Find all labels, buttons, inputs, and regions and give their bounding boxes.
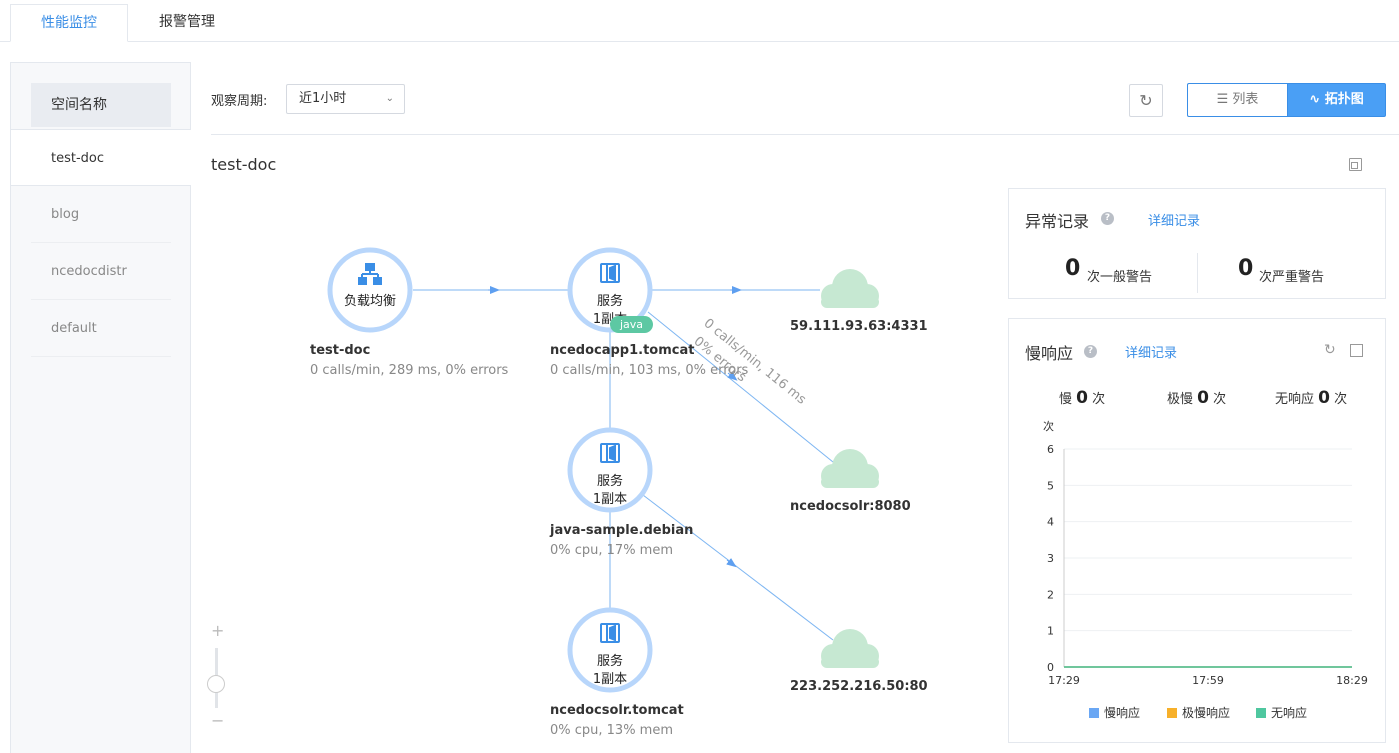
external-endpoint-label: ncedocsolr:8080 (790, 499, 911, 514)
list-icon: ☰ (1216, 92, 1229, 107)
refresh-icon[interactable]: ↻ (1324, 342, 1336, 358)
y-tick-label: 3 (1047, 552, 1054, 565)
node-title: test-doc (310, 343, 371, 358)
no-response-count: 无响应 0 次 (1275, 388, 1347, 408)
chart-line-icon: ∿ (1309, 92, 1321, 107)
legend-very-slow: 极慢响应 (1167, 704, 1230, 721)
unit-label: 次 (1334, 392, 1348, 407)
legend-label: 无响应 (1271, 706, 1308, 720)
node-replica-label: 1副本 (592, 672, 628, 687)
zoom-out-button[interactable]: − (211, 711, 224, 730)
java-badge: java (610, 316, 653, 333)
very-slow-label: 极慢 (1167, 392, 1194, 407)
view-list-button[interactable]: ☰ 列表 (1187, 83, 1287, 117)
very-slow-count-value: 0 (1197, 388, 1209, 408)
x-tick-label: 17:59 (1192, 674, 1224, 687)
node-title: java-sample.debian (550, 523, 694, 538)
edge-arrow (726, 558, 737, 568)
cloud-icon (821, 629, 879, 668)
x-tick-label: 17:29 (1048, 674, 1080, 687)
legend-slow: 慢响应 (1089, 704, 1140, 721)
node-stat: 0% cpu, 17% mem (550, 543, 674, 558)
edge-service2-to-ext3 (642, 494, 834, 641)
general-alert-label: 次一般警告 (1087, 270, 1153, 285)
cloud-icon (821, 269, 879, 308)
y-tick-label: 2 (1047, 588, 1054, 601)
legend-swatch (1256, 708, 1266, 718)
node-stat: 0% cpu, 13% mem (550, 723, 674, 738)
alerts-panel: 异常记录? 详细记录 0 次一般警告 0 次严重警告 (1008, 188, 1386, 299)
view-topology-label: 拓扑图 (1324, 92, 1364, 107)
y-tick-label: 1 (1047, 625, 1054, 638)
cloud-icon (821, 449, 879, 488)
legend-label: 极慢响应 (1182, 706, 1231, 720)
edge-service-to-ext2 (647, 311, 834, 463)
external-endpoint-label: 223.252.216.50:80 (790, 679, 928, 694)
very-slow-count: 极慢 0 次 (1167, 388, 1226, 408)
node-title: ncedocsolr.tomcat (550, 703, 684, 718)
slow-detail-link[interactable]: 详细记录 (1125, 342, 1177, 361)
y-tick-label: 5 (1047, 479, 1054, 492)
slow-response-panel: 慢响应 ? 详细记录 ↻ 慢 0 次 极慢 0 次 无响应 0 次 次01234… (1008, 318, 1386, 743)
divider (1197, 253, 1198, 293)
severe-alert-label: 次严重警告 (1259, 270, 1325, 285)
no-response-count-value: 0 (1318, 388, 1330, 408)
node-title: ncedocapp1.tomcat (550, 343, 695, 358)
slow-label: 慢 (1059, 392, 1073, 407)
unit-label: 次 (1213, 392, 1227, 407)
legend-no-response: 无响应 (1256, 704, 1307, 721)
external-endpoint-label: 59.111.93.63:4331 (790, 319, 928, 334)
refresh-button[interactable]: ↻ (1129, 84, 1163, 117)
zoom-slider-handle[interactable] (207, 675, 225, 693)
alerts-title: 异常记录 (1025, 212, 1090, 231)
alerts-detail-link[interactable]: 详细记录 (1148, 210, 1200, 229)
severe-alert-count: 0 (1238, 256, 1254, 281)
node-stat: 0 calls/min, 289 ms, 0% errors (310, 363, 509, 378)
fullscreen-icon[interactable] (1349, 158, 1362, 171)
fullscreen-icon[interactable] (1350, 344, 1363, 357)
node-label: 服务 (596, 654, 623, 669)
no-response-label: 无响应 (1275, 392, 1315, 407)
legend-swatch (1089, 708, 1099, 718)
y-axis-label: 次 (1043, 419, 1054, 433)
zoom-in-button[interactable]: + (211, 621, 224, 640)
node-replica-label: 1副本 (592, 492, 628, 507)
legend-swatch (1167, 708, 1177, 718)
unit-label: 次 (1092, 392, 1106, 407)
legend-label: 慢响应 (1104, 706, 1141, 720)
x-tick-label: 18:29 (1336, 674, 1368, 687)
y-tick-label: 0 (1047, 661, 1054, 674)
node-label: 服务 (596, 474, 623, 489)
view-topology-button[interactable]: ∿ 拓扑图 (1287, 83, 1386, 117)
y-tick-label: 4 (1047, 516, 1054, 529)
node-label: 负载均衡 (343, 294, 396, 309)
slow-count: 慢 0 次 (1059, 388, 1105, 408)
y-tick-label: 6 (1047, 443, 1054, 456)
node-label: 服务 (596, 294, 623, 309)
slow-count-value: 0 (1076, 388, 1088, 408)
help-icon[interactable]: ? (1084, 345, 1097, 358)
general-alert-count: 0 (1065, 256, 1081, 281)
help-icon[interactable]: ? (1101, 212, 1114, 225)
view-list-label: 列表 (1232, 92, 1259, 107)
refresh-icon: ↻ (1139, 91, 1153, 110)
slow-response-chart: 次 0 1 2 3 4 5 6 17:29 17:59 18:29 (1043, 419, 1368, 687)
slow-response-title: 慢响应 (1025, 344, 1074, 363)
